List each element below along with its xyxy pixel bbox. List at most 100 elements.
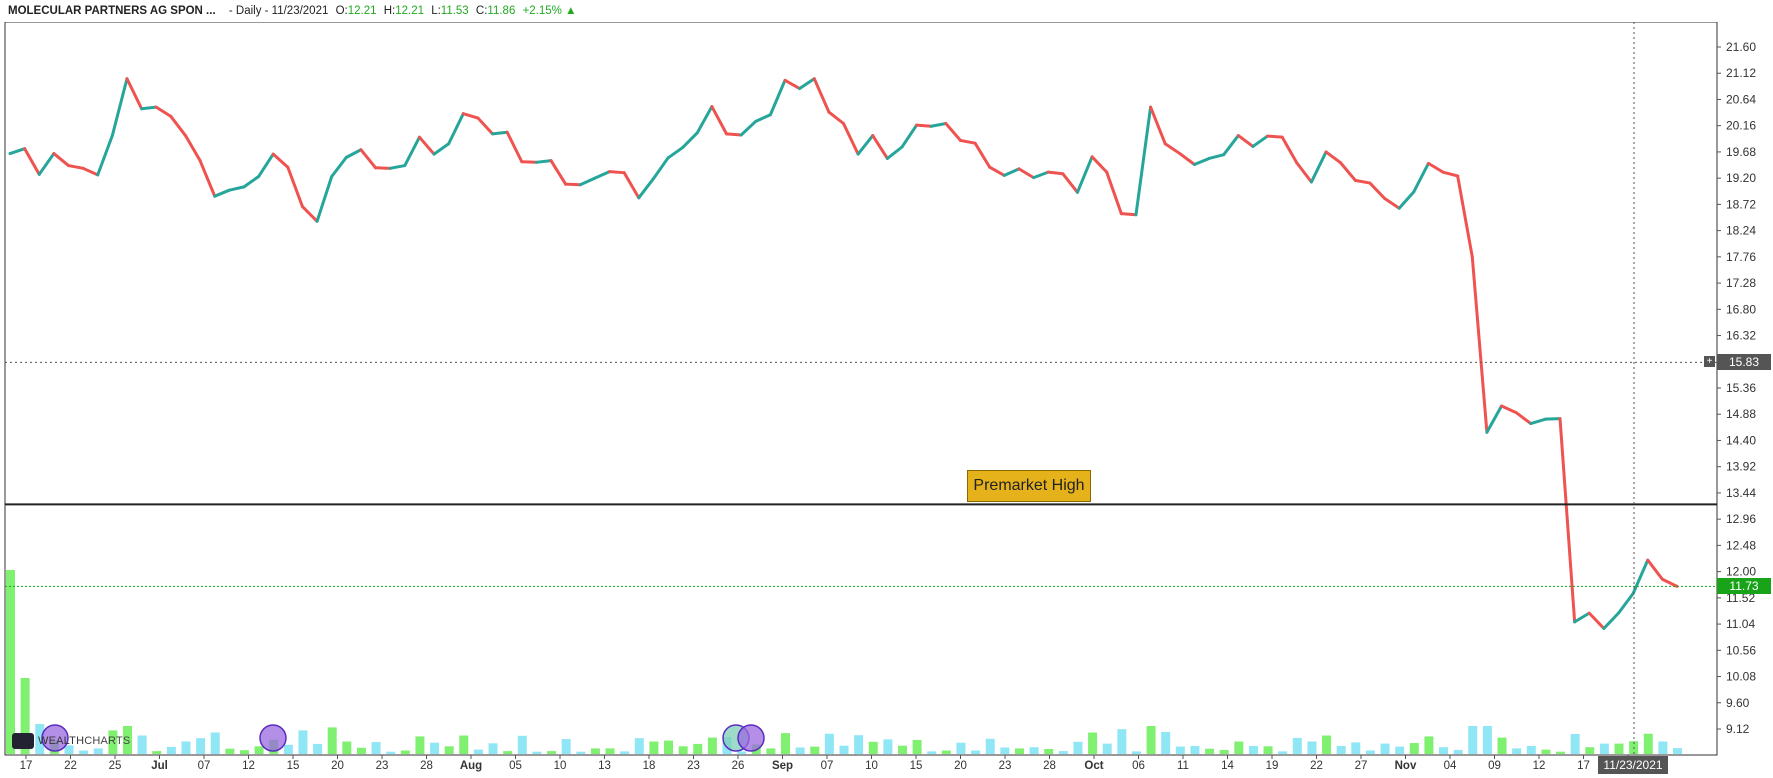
- volume-bar: [766, 748, 776, 754]
- x-tick-label: Sep: [772, 760, 793, 772]
- crosshair-date-tag: 11/23/2021: [1598, 756, 1668, 774]
- volume-bar: [1482, 726, 1492, 754]
- brand-prefix: WEALTH: [38, 735, 85, 747]
- volume-bar: [503, 751, 513, 754]
- x-tick-label: 10: [865, 760, 878, 772]
- last-price-tag: 11.73: [1717, 578, 1771, 594]
- volume-bar: [1322, 735, 1332, 754]
- x-tick-label: 07: [821, 760, 834, 772]
- volume-bar: [971, 750, 981, 754]
- x-tick-label: Jul: [151, 760, 168, 772]
- volume-bar: [941, 750, 951, 754]
- volume-bar: [590, 748, 600, 754]
- volume-bar: [1131, 751, 1141, 754]
- x-tick-label: 07: [198, 760, 211, 772]
- premarket-high-label[interactable]: Premarket High: [967, 470, 1091, 502]
- price-segment: [1266, 134, 1284, 139]
- y-tick-label: 19.68: [1726, 145, 1756, 159]
- symbol-name[interactable]: MOLECULAR PARTNERS AG SPON ...: [8, 0, 216, 22]
- plus-icon[interactable]: +: [1704, 356, 1715, 367]
- volume-bar: [210, 732, 220, 754]
- price-chart[interactable]: 21.60 21.12 20.64 20.16 19.68 19.20 18.72 18.24…: [0, 22, 1773, 778]
- volume-bar: [810, 746, 820, 754]
- volume-bar: [1512, 748, 1522, 754]
- volume-bar: [795, 747, 805, 754]
- volume-bar: [1409, 743, 1419, 754]
- y-tick-label: 19.20: [1726, 171, 1756, 185]
- open-label: O:: [335, 5, 348, 17]
- x-tick-label: 23: [376, 760, 389, 772]
- x-tick-label: 04: [1444, 760, 1457, 772]
- brand-logo-icon: [12, 733, 34, 749]
- volume-bar: [371, 742, 381, 754]
- y-tick-label: 14.88: [1726, 407, 1756, 421]
- volume-bar: [430, 742, 440, 754]
- volume-bar: [1424, 736, 1434, 754]
- volume-bar: [605, 748, 615, 754]
- volume-bar: [1658, 741, 1668, 754]
- change-value: +2.15%: [522, 5, 562, 17]
- volume-bar: [561, 739, 571, 754]
- volume-bar: [283, 744, 293, 754]
- volume-bar: [1468, 726, 1478, 754]
- volume-bar: [1102, 743, 1112, 754]
- x-tick-label: 15: [910, 760, 923, 772]
- volume-bar: [956, 742, 966, 754]
- x-axis: 17 22 25 Jul 07 12 15 20 23 28 Aug 05 10 13 18 23 26 Sep 0…: [20, 755, 1634, 772]
- x-tick-label: 12: [242, 760, 255, 772]
- chart-header: MOLECULAR PARTNERS AG SPON ... - Daily -…: [0, 0, 1720, 22]
- x-tick-label: 17: [1577, 760, 1590, 772]
- price-segment: [1119, 212, 1138, 217]
- x-tick-label: 22: [64, 760, 77, 772]
- close-label: C:: [475, 5, 488, 17]
- x-tick-label: 27: [1355, 760, 1368, 772]
- volume-bar: [1599, 743, 1609, 754]
- volume-bar: [1234, 741, 1244, 754]
- y-tick-label: 12.48: [1726, 538, 1756, 552]
- x-tick-label: 12: [1533, 760, 1546, 772]
- volume-bar: [6, 570, 15, 754]
- brand-logo: WEALTHCHARTS: [38, 735, 130, 747]
- volume-bar: [620, 751, 630, 754]
- y-tick-label: 12.96: [1726, 512, 1756, 526]
- x-tick-label: 22: [1310, 760, 1323, 772]
- y-tick-label: 20.64: [1726, 92, 1756, 106]
- x-tick-label: 23: [687, 760, 700, 772]
- y-tick-label: 15.36: [1726, 381, 1756, 395]
- volume-bar: [532, 751, 542, 754]
- y-tick-label: 21.60: [1726, 40, 1756, 54]
- x-tick-label: 26: [732, 760, 745, 772]
- y-tick-label: 16.80: [1726, 302, 1756, 316]
- volume-bar: [342, 741, 352, 754]
- volume-bar: [444, 746, 454, 754]
- volume-bar: [356, 747, 366, 754]
- event-marker-icon: [259, 724, 287, 752]
- volume-bar: [897, 745, 907, 754]
- price-segment: [140, 105, 158, 111]
- volume-bar: [196, 738, 206, 754]
- volume-bar: [1073, 741, 1083, 754]
- volume-bar: [181, 741, 191, 754]
- x-tick-label: 13: [598, 760, 611, 772]
- volume-bar: [707, 737, 717, 754]
- high-label: H:: [383, 5, 396, 17]
- x-tick-label: 19: [1266, 760, 1279, 772]
- volume-bar: [1497, 737, 1507, 754]
- x-tick-label: 10: [554, 760, 567, 772]
- volume-bar: [327, 727, 337, 754]
- volume-bar: [137, 735, 147, 754]
- y-tick-label: 16.32: [1726, 329, 1756, 343]
- x-tick-label: Aug: [460, 760, 482, 772]
- volume-bar: [868, 741, 878, 754]
- volume-bar: [1263, 746, 1273, 754]
- volume-bar: [1570, 734, 1580, 754]
- volume-bar: [985, 738, 995, 754]
- low-value: 11.53: [440, 5, 469, 17]
- volume-bar: [1029, 747, 1039, 754]
- y-tick-label: 13.92: [1726, 460, 1756, 474]
- up-triangle-icon: ▲: [565, 5, 577, 17]
- x-tick-label: Nov: [1395, 760, 1417, 772]
- volume-bar: [1088, 732, 1098, 754]
- y-tick-label: 18.24: [1726, 224, 1756, 238]
- x-tick-label: 18: [643, 760, 656, 772]
